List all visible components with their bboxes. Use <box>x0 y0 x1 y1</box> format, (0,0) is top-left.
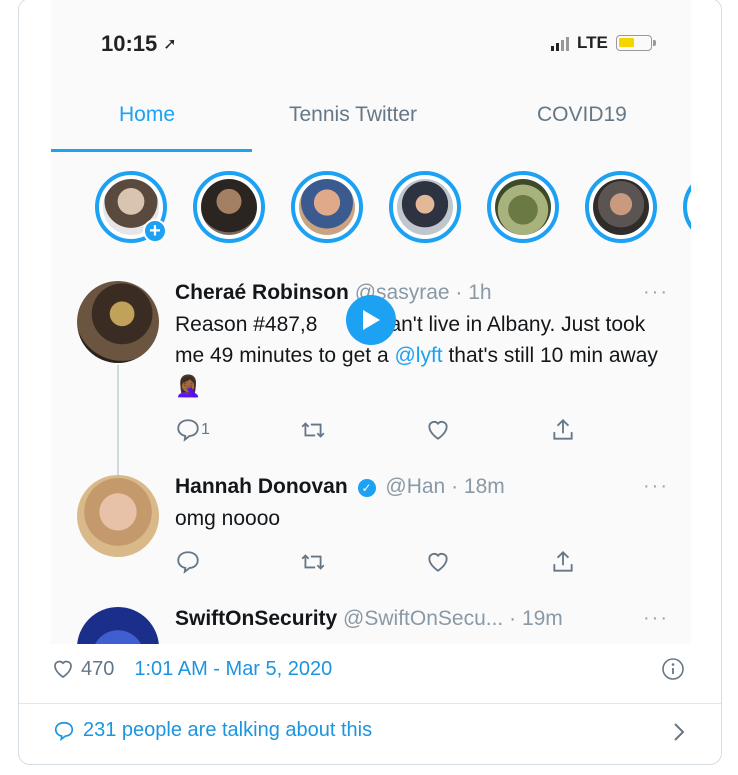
fleet-item[interactable] <box>585 171 657 243</box>
share-button[interactable] <box>550 549 675 575</box>
avatar[interactable] <box>77 607 159 644</box>
share-icon <box>553 550 573 572</box>
reply-button[interactable]: 1 <box>175 417 300 443</box>
retweet-button[interactable] <box>300 417 425 443</box>
timeline-tabs: Home Tennis Twitter COVID19 <box>51 91 691 153</box>
fleet-item[interactable] <box>389 171 461 243</box>
divider <box>19 703 721 704</box>
like-icon[interactable] <box>51 657 75 681</box>
verified-icon: ✓ <box>357 479 376 497</box>
avatar <box>299 179 355 235</box>
fleets-row: + <box>51 171 691 247</box>
tweet-text: omg noooo <box>175 507 281 530</box>
avatar <box>495 179 551 235</box>
location-arrow-icon: ➚ <box>163 36 177 53</box>
thread-connector <box>117 365 119 475</box>
mention-link[interactable]: @lyft <box>394 344 442 367</box>
more-icon[interactable]: ··· <box>643 281 669 304</box>
like-button[interactable] <box>425 417 550 443</box>
share-button[interactable] <box>550 417 675 443</box>
more-icon[interactable]: ··· <box>643 475 669 498</box>
play-icon <box>363 310 380 330</box>
reply-icon <box>54 721 74 741</box>
signal-icon <box>551 35 569 51</box>
author-handle[interactable]: @SwiftOnSecu... <box>343 607 503 630</box>
like-button[interactable] <box>425 549 550 575</box>
retweet-icon <box>301 422 325 438</box>
status-time: 10:15 ➚ <box>101 31 177 57</box>
battery-icon <box>615 35 656 51</box>
avatar <box>201 179 257 235</box>
info-icon[interactable] <box>661 657 685 681</box>
tab-home[interactable]: Home <box>119 103 175 127</box>
tab-tennis-twitter[interactable]: Tennis Twitter <box>289 103 417 127</box>
avatar[interactable] <box>77 475 159 557</box>
play-button[interactable] <box>346 295 396 345</box>
author-name[interactable]: SwiftOnSecurity <box>175 607 337 630</box>
conversation-count: 231 people are talking about this <box>83 719 373 741</box>
phone-screen-video[interactable]: 10:15 ➚ LTE Home Tennis Twitter COVID19 + <box>51 0 691 644</box>
tab-covid19[interactable]: COVID19 <box>537 103 627 127</box>
chevron-right-icon[interactable] <box>669 721 689 743</box>
reply-icon <box>177 551 199 574</box>
avatar <box>397 179 453 235</box>
active-tab-indicator <box>51 149 252 152</box>
reply-count: 1 <box>201 421 210 438</box>
more-icon[interactable]: ··· <box>643 607 669 630</box>
reply-icon <box>177 419 199 442</box>
avatar[interactable] <box>77 281 159 363</box>
status-indicators: LTE <box>551 33 656 53</box>
tweet-text: Reason #487,8 an't live in Albany. Just t… <box>175 313 658 398</box>
fleet-item[interactable] <box>683 171 691 243</box>
retweet-button[interactable] <box>300 549 425 575</box>
reply-button[interactable] <box>175 549 300 575</box>
add-fleet-icon[interactable]: + <box>143 219 167 243</box>
like-count: 470 <box>81 657 115 680</box>
fleet-own[interactable]: + <box>95 171 167 243</box>
tweet-timestamp-link[interactable]: 1:01 AM - Mar 5, 2020 <box>134 658 332 681</box>
tweet-meta: 470 1:01 AM - Mar 5, 2020 <box>51 657 332 681</box>
tweet-time: 1h <box>468 281 492 304</box>
like-icon <box>428 553 448 572</box>
network-label: LTE <box>577 33 608 52</box>
like-icon <box>428 421 448 440</box>
conversation-link[interactable]: 231 people are talking about this <box>53 719 372 742</box>
author-name[interactable]: Cheraé Robinson <box>175 281 349 304</box>
author-handle[interactable]: @Han <box>385 475 445 498</box>
avatar <box>593 179 649 235</box>
tweet-actions <box>175 548 675 576</box>
tweet-time: 19m <box>521 607 563 630</box>
share-icon <box>553 418 573 440</box>
author-name[interactable]: Hannah Donovan <box>175 475 348 498</box>
embedded-tweet-card: 10:15 ➚ LTE Home Tennis Twitter COVID19 + <box>18 0 722 765</box>
fleet-item[interactable] <box>291 171 363 243</box>
fleet-item[interactable] <box>487 171 559 243</box>
tweet-time: 18m <box>463 475 505 498</box>
tweet-actions: 1 <box>175 416 675 444</box>
time-label: 10:15 <box>101 31 158 56</box>
retweet-icon <box>301 554 325 570</box>
fleet-item[interactable] <box>193 171 265 243</box>
